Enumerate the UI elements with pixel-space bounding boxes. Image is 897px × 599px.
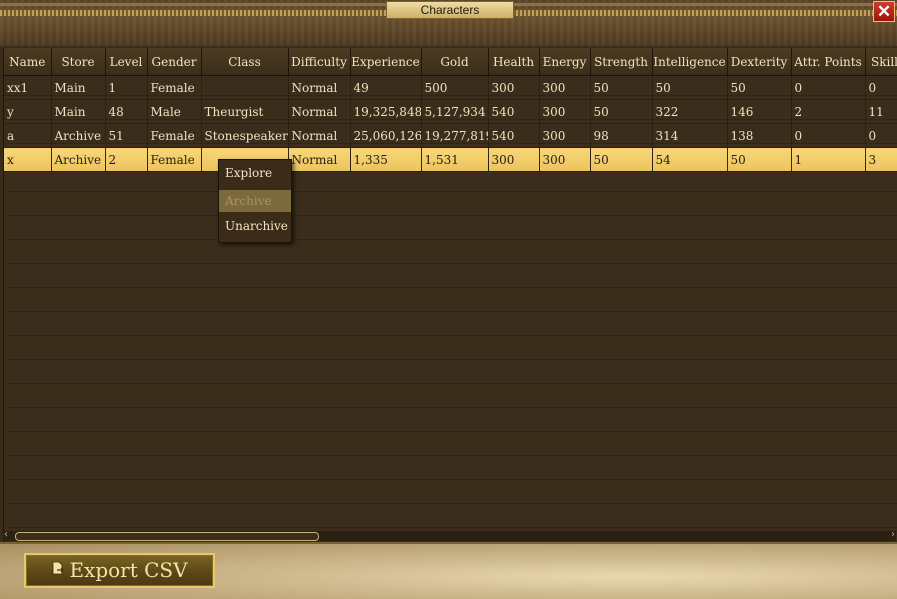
column-header-name[interactable]: Name xyxy=(4,48,52,76)
characters-table-panel: Name Store Level Gender Class Difficulty… xyxy=(3,48,897,542)
cell-intelligence: 314 xyxy=(652,123,728,148)
window-titlebar: Characters ✕ xyxy=(0,0,897,46)
column-header-health[interactable]: Health xyxy=(488,48,540,76)
cell-class xyxy=(201,75,289,100)
column-header-intelligence[interactable]: Intelligence xyxy=(652,48,728,76)
cell-strength: 50 xyxy=(590,147,653,172)
cell-experience: 1,335 xyxy=(350,147,422,172)
column-header-level[interactable]: Level xyxy=(105,48,148,76)
menu-item-explore[interactable]: Explore xyxy=(219,162,291,184)
table-row[interactable]: y Main 48 Male Theurgist Normal 19,325,8… xyxy=(4,99,897,124)
cell-gender: Female xyxy=(147,123,202,148)
cell-difficulty: Normal xyxy=(288,123,351,148)
cell-gender: Male xyxy=(147,99,202,124)
document-arrow-icon xyxy=(51,556,65,587)
table-row[interactable]: xx1 Main 1 Female Normal 49 500 300 300 … xyxy=(4,75,897,100)
column-header-experience[interactable]: Experience xyxy=(350,48,422,76)
cell-gold: 5,127,934 xyxy=(421,99,489,124)
cell-energy: 300 xyxy=(539,123,591,148)
column-header-strength[interactable]: Strength xyxy=(590,48,653,76)
cell-difficulty: Normal xyxy=(288,99,351,124)
cell-strength: 50 xyxy=(590,99,653,124)
scrollbar-thumb[interactable] xyxy=(15,532,319,541)
cell-gold: 1,531 xyxy=(421,147,489,172)
cell-difficulty: Normal xyxy=(288,147,351,172)
cell-intelligence: 50 xyxy=(652,75,728,100)
cell-store: Main xyxy=(51,99,106,124)
cell-skill: 0 xyxy=(865,123,897,148)
cell-health: 300 xyxy=(488,75,540,100)
column-header-attr-points[interactable]: Attr. Points xyxy=(791,48,866,76)
cell-intelligence: 322 xyxy=(652,99,728,124)
cell-level: 51 xyxy=(105,123,148,148)
characters-table: Name Store Level Gender Class Difficulty… xyxy=(4,48,897,172)
footer-bar: Export CSV xyxy=(0,542,897,599)
column-header-dexterity[interactable]: Dexterity xyxy=(727,48,792,76)
cell-health: 540 xyxy=(488,123,540,148)
cell-attr-points: 2 xyxy=(791,99,866,124)
export-csv-label: Export CSV xyxy=(69,558,188,582)
cell-dexterity: 50 xyxy=(727,147,792,172)
column-header-gold[interactable]: Gold xyxy=(421,48,489,76)
cell-level: 48 xyxy=(105,99,148,124)
cell-health: 300 xyxy=(488,147,540,172)
column-header-gender[interactable]: Gender xyxy=(147,48,202,76)
cell-store: Archive xyxy=(51,123,106,148)
cell-gold: 19,277,819 xyxy=(421,123,489,148)
window-title: Characters xyxy=(386,1,514,19)
menu-item-archive: Archive xyxy=(219,190,291,212)
cell-gold: 500 xyxy=(421,75,489,100)
cell-strength: 50 xyxy=(590,75,653,100)
column-header-class[interactable]: Class xyxy=(201,48,289,76)
cell-attr-points: 1 xyxy=(791,147,866,172)
scroll-left-icon[interactable]: ‹ xyxy=(4,529,8,540)
cell-class: Theurgist xyxy=(201,99,289,124)
cell-difficulty: Normal xyxy=(288,75,351,100)
table-header-row: Name Store Level Gender Class Difficulty… xyxy=(4,48,897,76)
cell-store: Main xyxy=(51,75,106,100)
cell-attr-points: 0 xyxy=(791,75,866,100)
cell-experience: 49 xyxy=(350,75,422,100)
column-header-store[interactable]: Store xyxy=(51,48,106,76)
horizontal-scrollbar[interactable]: ‹ › xyxy=(3,529,896,541)
cell-skill: 11 xyxy=(865,99,897,124)
cell-skill: 3 xyxy=(865,147,897,172)
cell-health: 540 xyxy=(488,99,540,124)
cell-level: 1 xyxy=(105,75,148,100)
cell-dexterity: 50 xyxy=(727,75,792,100)
export-csv-button[interactable]: Export CSV xyxy=(24,553,215,588)
column-header-skill[interactable]: Skill xyxy=(865,48,897,76)
cell-strength: 98 xyxy=(590,123,653,148)
cell-name: y xyxy=(4,99,52,124)
cell-dexterity: 138 xyxy=(727,123,792,148)
table-row-selected[interactable]: x Archive 2 Female Normal 1,335 1,531 30… xyxy=(4,147,897,172)
column-header-difficulty[interactable]: Difficulty xyxy=(288,48,351,76)
cell-name: a xyxy=(4,123,52,148)
cell-intelligence: 54 xyxy=(652,147,728,172)
row-context-menu: Explore Archive Unarchive xyxy=(218,159,292,243)
cell-experience: 25,060,126 xyxy=(350,123,422,148)
cell-name: xx1 xyxy=(4,75,52,100)
cell-attr-points: 0 xyxy=(791,123,866,148)
cell-experience: 19,325,848 xyxy=(350,99,422,124)
cell-class: Stonespeaker xyxy=(201,123,289,148)
cell-store: Archive xyxy=(51,147,106,172)
menu-item-unarchive[interactable]: Unarchive xyxy=(219,215,291,237)
cell-level: 2 xyxy=(105,147,148,172)
cell-gender: Female xyxy=(147,147,202,172)
cell-name: x xyxy=(4,147,52,172)
cell-energy: 300 xyxy=(539,75,591,100)
cell-gender: Female xyxy=(147,75,202,100)
cell-energy: 300 xyxy=(539,99,591,124)
cell-dexterity: 146 xyxy=(727,99,792,124)
cell-energy: 300 xyxy=(539,147,591,172)
column-header-energy[interactable]: Energy xyxy=(539,48,591,76)
cell-skill: 0 xyxy=(865,75,897,100)
scroll-right-icon[interactable]: › xyxy=(891,529,895,540)
close-button[interactable]: ✕ xyxy=(873,1,895,22)
table-row[interactable]: a Archive 51 Female Stonespeaker Normal … xyxy=(4,123,897,148)
